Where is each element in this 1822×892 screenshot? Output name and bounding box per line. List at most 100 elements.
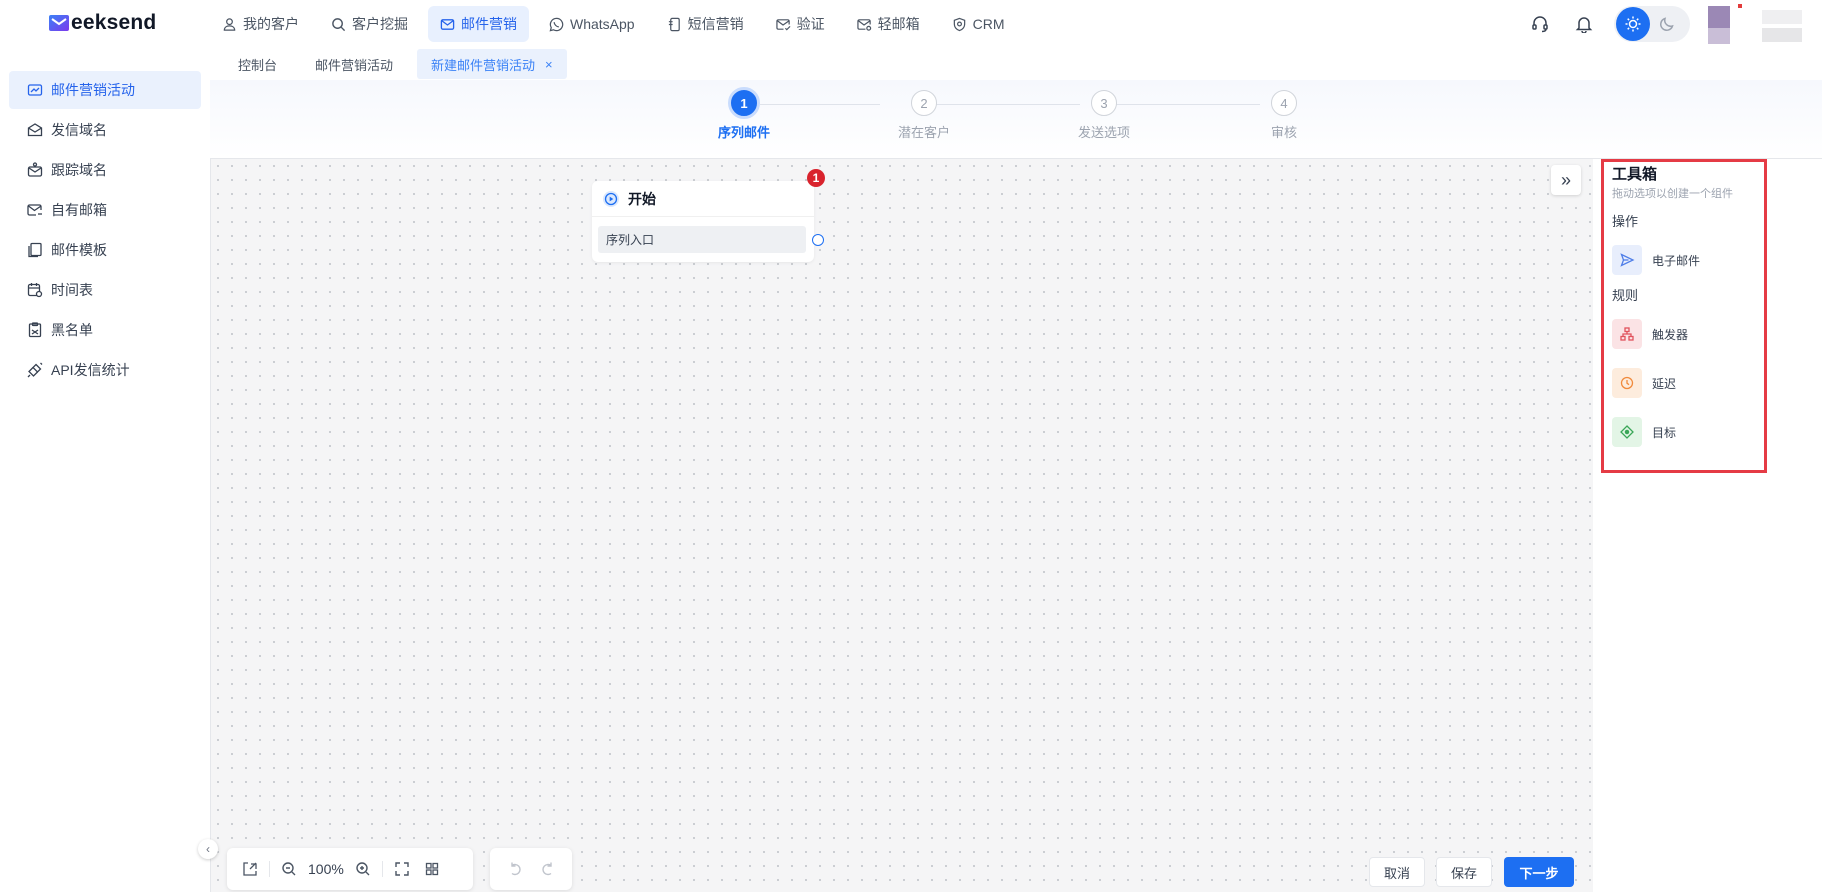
save-button[interactable]: 保存 xyxy=(1436,857,1492,887)
nav-email-marketing[interactable]: 邮件营销 xyxy=(428,6,529,42)
select-tool-button[interactable] xyxy=(235,854,265,884)
sidebar-item-own-mailbox[interactable]: 自有邮箱 xyxy=(9,191,201,229)
toolbox-item-goal[interactable]: 目标 xyxy=(1612,416,1676,448)
nav-label: 轻邮箱 xyxy=(877,16,920,32)
next-step-button[interactable]: 下一步 xyxy=(1504,857,1574,887)
nav-label: 我的客户 xyxy=(243,16,299,32)
light-mode-option[interactable] xyxy=(1616,7,1650,41)
sidebar-item-label: 自有邮箱 xyxy=(51,202,107,218)
sidebar-item-tracking-domain[interactable]: 跟踪域名 xyxy=(9,151,201,189)
main-nav: 我的客户 客户挖掘 邮件营销 WhatsApp 短信营销 验证 轻邮箱 CRM xyxy=(210,6,1016,42)
toolbox-item-email[interactable]: 电子邮件 xyxy=(1612,244,1700,276)
sidebar-toggle-chevron-left-icon[interactable]: ‹ xyxy=(198,839,218,859)
flow-canvas[interactable]: 开始 1 序列入口 » xyxy=(210,158,1593,892)
tracking-icon xyxy=(27,162,43,177)
mail-check-icon xyxy=(775,18,791,31)
api-icon xyxy=(27,362,43,378)
play-circle-icon xyxy=(603,190,619,207)
schedule-icon xyxy=(27,283,43,298)
toolbox-item-label: 目标 xyxy=(1652,425,1677,440)
sidebar-item-campaigns[interactable]: 邮件营销活动 xyxy=(9,71,201,109)
step-label: 发送选项 xyxy=(1077,125,1130,140)
template-icon xyxy=(28,242,42,258)
start-node[interactable]: 开始 1 序列入口 xyxy=(592,169,825,262)
divider xyxy=(381,861,383,877)
brand-logo[interactable]: eeksend xyxy=(48,11,156,35)
step-1[interactable]: 1 序列邮件 xyxy=(704,87,784,141)
output-port-handle[interactable] xyxy=(812,234,824,246)
divider xyxy=(269,861,270,877)
notifications-button[interactable] xyxy=(1570,10,1598,38)
avatar-pixel xyxy=(1708,28,1730,44)
step-2[interactable]: 2 潜在客户 xyxy=(884,90,964,141)
nav-sms-marketing[interactable]: 短信营销 xyxy=(655,6,756,42)
sidebar-item-label: 时间表 xyxy=(51,282,93,298)
nav-customer-mining[interactable]: 客户挖掘 xyxy=(319,6,420,42)
top-right-tools xyxy=(1526,0,1822,48)
select-cursor-icon xyxy=(243,862,257,876)
user-icon xyxy=(223,17,236,31)
dark-mode-option[interactable] xyxy=(1650,7,1684,41)
nav-verification[interactable]: 验证 xyxy=(764,6,837,42)
fit-view-button[interactable] xyxy=(387,854,417,884)
zoom-in-button[interactable] xyxy=(348,854,378,884)
minimap-button[interactable] xyxy=(417,854,447,884)
sun-icon xyxy=(1625,16,1641,32)
nav-crm[interactable]: CRM xyxy=(940,6,1017,42)
node-badge: 1 xyxy=(807,169,825,187)
zoom-in-icon xyxy=(356,862,370,876)
avatar-pixel xyxy=(1738,4,1742,8)
logo-mark-icon xyxy=(48,13,70,33)
history-toolbar xyxy=(490,848,572,890)
trigger-icon xyxy=(1612,319,1642,349)
avatar-pixel xyxy=(1762,10,1802,24)
zoom-out-icon xyxy=(282,862,296,876)
tab-email-campaigns[interactable]: 邮件营销活动 xyxy=(301,49,407,79)
fullscreen-icon xyxy=(395,862,409,876)
close-icon[interactable]: × xyxy=(545,57,553,72)
toolbox-group-rules: 规则 xyxy=(1612,288,1639,303)
step-number: 3 xyxy=(1091,90,1117,116)
step-number: 4 xyxy=(1271,90,1297,116)
sidebar-item-api-stats[interactable]: API发信统计 xyxy=(9,351,201,389)
sidebar-item-blacklist[interactable]: 黑名单 xyxy=(9,311,201,349)
undo-button[interactable] xyxy=(500,854,530,884)
send-icon xyxy=(1612,245,1642,275)
nav-label: 客户挖掘 xyxy=(352,16,408,32)
zoom-toolbar: 100% xyxy=(227,848,473,890)
step-indicator: 1 序列邮件 2 潜在客户 3 发送选项 4 审核 xyxy=(210,80,1822,158)
nav-my-customers[interactable]: 我的客户 xyxy=(210,6,311,42)
clock-icon xyxy=(1612,368,1642,398)
toolbox-title: 工具箱 xyxy=(1612,166,1658,183)
sidebar-item-sending-domain[interactable]: 发信域名 xyxy=(9,111,201,149)
step-label: 审核 xyxy=(1270,125,1297,140)
cancel-button[interactable]: 取消 xyxy=(1369,857,1425,887)
user-avatar[interactable] xyxy=(1702,4,1812,44)
support-button[interactable] xyxy=(1526,10,1554,38)
nav-whatsapp[interactable]: WhatsApp xyxy=(537,6,647,42)
sms-icon xyxy=(668,17,680,31)
step-label: 潜在客户 xyxy=(897,125,950,140)
tab-console[interactable]: 控制台 xyxy=(224,49,291,79)
mail-icon xyxy=(440,18,455,30)
step-4[interactable]: 4 审核 xyxy=(1244,90,1324,141)
sidebar-item-schedule[interactable]: 时间表 xyxy=(9,271,201,309)
collapse-toolbox-button[interactable]: » xyxy=(1551,165,1581,195)
tab-label: 新建邮件营销活动 xyxy=(431,57,536,73)
sidebar-item-email-templates[interactable]: 邮件模板 xyxy=(9,231,201,269)
headset-icon xyxy=(1532,16,1548,33)
tab-new-email-campaign[interactable]: 新建邮件营销活动 × xyxy=(417,49,567,79)
zoom-out-button[interactable] xyxy=(274,854,304,884)
avatar-pixel xyxy=(1708,6,1730,28)
toolbox-item-trigger[interactable]: 触发器 xyxy=(1612,318,1688,350)
node-header: 开始 xyxy=(592,181,814,217)
step-3[interactable]: 3 发送选项 xyxy=(1064,90,1144,141)
toolbox-item-delay[interactable]: 延迟 xyxy=(1612,367,1676,399)
sidebar: 邮件营销活动 发信域名 跟踪域名 自有邮箱 邮件模板 时间表 黑名单 API发信… xyxy=(0,48,210,892)
theme-toggle[interactable] xyxy=(1614,6,1690,42)
logo-text: eeksend xyxy=(71,11,157,34)
redo-button[interactable] xyxy=(533,854,563,884)
avatar-pixel xyxy=(1762,28,1802,42)
tab-label: 邮件营销活动 xyxy=(315,57,394,73)
nav-light-mailbox[interactable]: 轻邮箱 xyxy=(845,6,932,42)
